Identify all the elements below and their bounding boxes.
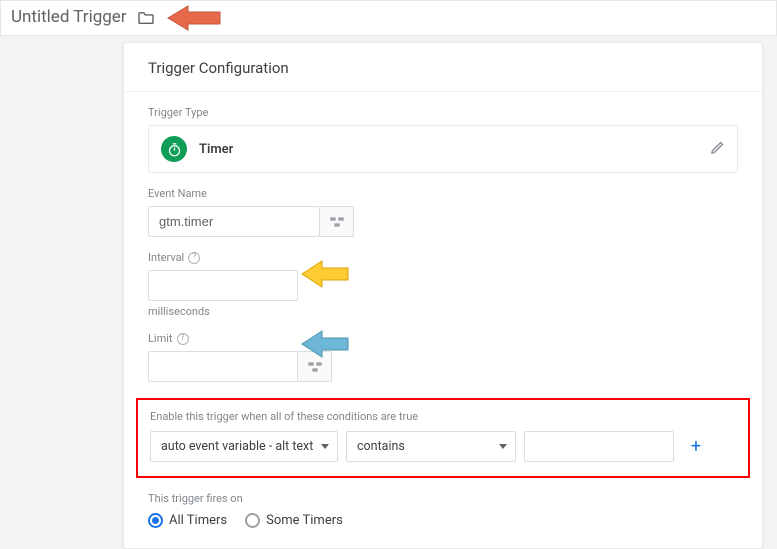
event-name-section: Event Name <box>124 173 762 237</box>
fires-all-label: All Timers <box>169 513 227 528</box>
trigger-type-row[interactable]: Timer <box>148 125 738 173</box>
folder-icon[interactable] <box>137 10 155 24</box>
interval-label: Interval ? <box>148 251 738 264</box>
condition-value-input[interactable] <box>524 431 674 462</box>
limit-label: Limit ? <box>148 332 738 345</box>
interval-input[interactable] <box>148 270 298 301</box>
timer-icon <box>161 136 187 162</box>
chevron-down-icon <box>499 444 507 449</box>
fires-all-timers-radio[interactable]: All Timers <box>148 513 227 528</box>
title-bar: Untitled Trigger <box>0 0 777 36</box>
trigger-type-name: Timer <box>199 142 698 157</box>
interval-section: Interval ? milliseconds <box>124 237 762 318</box>
event-name-label: Event Name <box>148 187 738 200</box>
fires-some-timers-radio[interactable]: Some Timers <box>245 513 343 528</box>
limit-input[interactable] <box>148 351 298 382</box>
conditions-box: Enable this trigger when all of these co… <box>136 398 750 478</box>
edit-type-icon[interactable] <box>710 140 725 159</box>
limit-variable-picker-button[interactable] <box>298 351 332 382</box>
limit-label-text: Limit <box>148 332 173 345</box>
interval-label-text: Interval <box>148 251 184 264</box>
card-title: Trigger Configuration <box>124 43 762 92</box>
trigger-type-section: Trigger Type Timer <box>124 92 762 173</box>
radio-icon <box>245 513 260 528</box>
trigger-config-card: Trigger Configuration Trigger Type Timer… <box>123 42 763 549</box>
conditions-label: Enable this trigger when all of these co… <box>150 410 736 423</box>
event-name-input[interactable] <box>148 206 320 237</box>
condition-variable-value: auto event variable - alt text <box>161 439 313 454</box>
condition-variable-select[interactable]: auto event variable - alt text <box>150 431 338 462</box>
page-title[interactable]: Untitled Trigger <box>11 7 127 27</box>
limit-section: Limit ? <box>124 318 762 382</box>
fires-some-label: Some Timers <box>266 513 343 528</box>
event-variable-picker-button[interactable] <box>320 206 354 237</box>
fires-on-label: This trigger fires on <box>148 492 738 505</box>
interval-unit: milliseconds <box>148 305 738 318</box>
help-icon[interactable]: ? <box>188 252 200 264</box>
radio-icon <box>148 513 163 528</box>
fires-on-section: This trigger fires on All Timers Some Ti… <box>124 478 762 528</box>
condition-operator-select[interactable]: contains <box>346 431 516 462</box>
add-condition-button[interactable]: + <box>682 432 710 462</box>
trigger-type-label: Trigger Type <box>148 106 738 119</box>
chevron-down-icon <box>321 444 329 449</box>
condition-operator-value: contains <box>357 439 405 454</box>
condition-row: auto event variable - alt text contains … <box>150 431 736 462</box>
help-icon[interactable]: ? <box>177 333 189 345</box>
